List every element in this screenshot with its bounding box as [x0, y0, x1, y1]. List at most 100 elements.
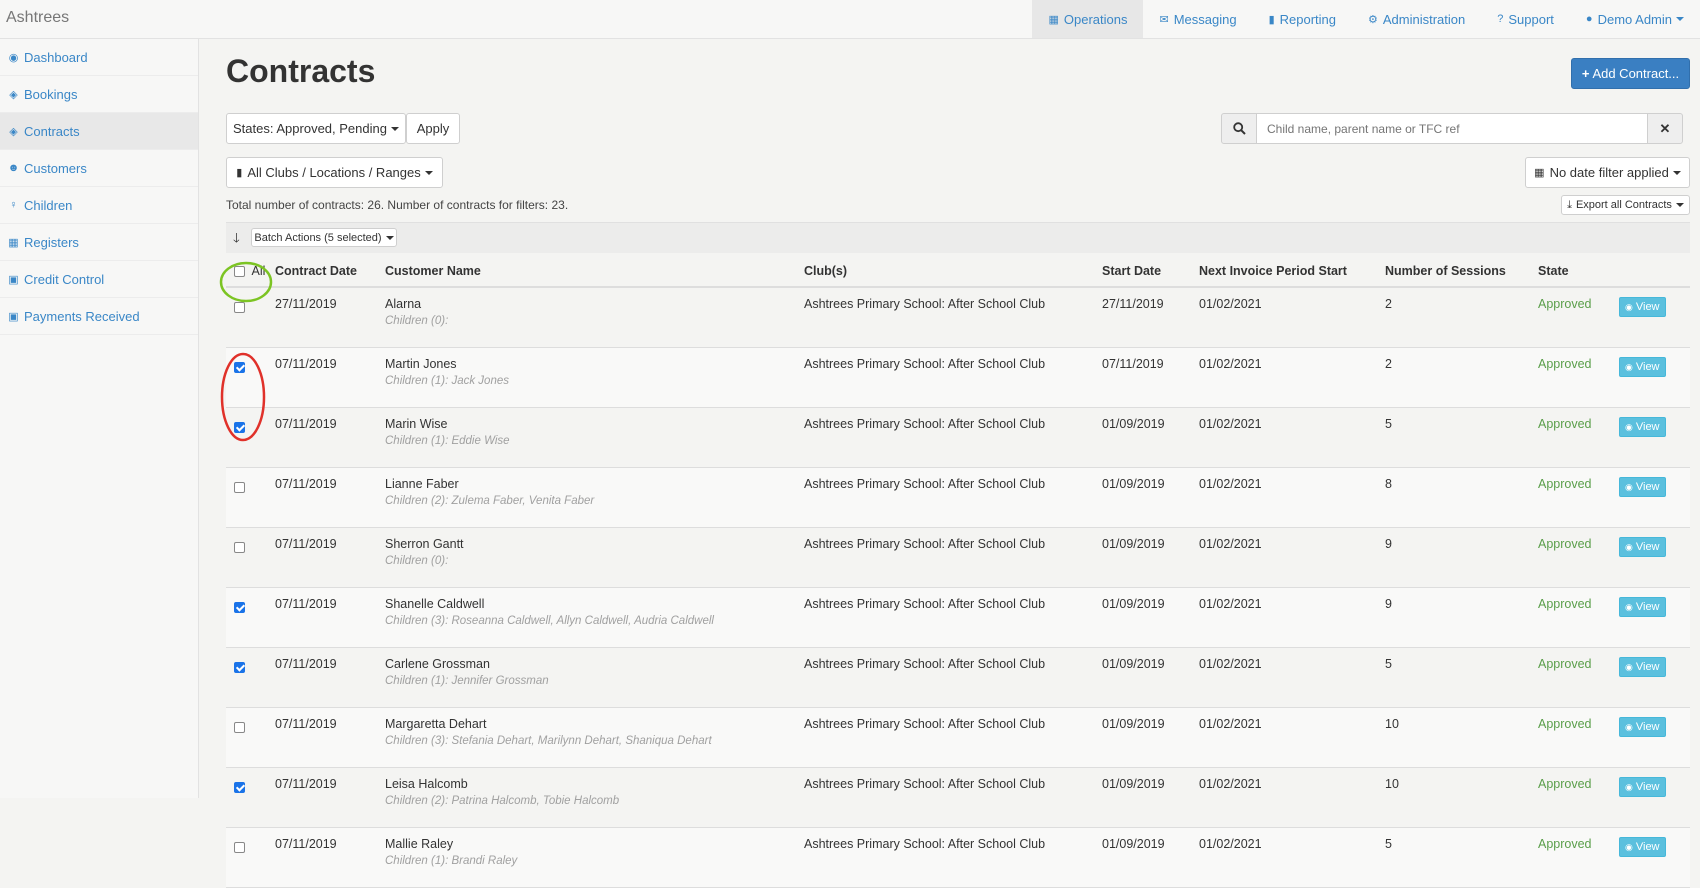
view-button[interactable]: ◉ View	[1619, 717, 1666, 737]
view-button[interactable]: ◉ View	[1619, 837, 1666, 857]
customer-name[interactable]: Mallie Raley	[385, 837, 453, 851]
customer-name[interactable]: Shanelle Caldwell	[385, 597, 484, 611]
view-button[interactable]: ◉ View	[1619, 417, 1666, 437]
row-checkbox[interactable]	[234, 302, 245, 313]
view-button[interactable]: ◉ View	[1619, 297, 1666, 317]
customer-name[interactable]: Margaretta Dehart	[385, 717, 486, 731]
eye-icon: ◉	[1625, 421, 1633, 432]
topnav-demo-admin[interactable]: ● Demo Admin	[1570, 0, 1700, 38]
states-filter-dropdown[interactable]: States: Approved, Pending	[226, 113, 406, 144]
date-filter-label: No date filter applied	[1549, 165, 1669, 180]
sidebar-item-dashboard[interactable]: ◉ Dashboard	[0, 39, 198, 76]
sidebar-item-payments-received[interactable]: ▣ Payments Received	[0, 298, 198, 335]
table-row: 27/11/2019 Alarna Children (0): Ashtrees Pr…	[226, 287, 1690, 348]
apply-button[interactable]: Apply	[406, 113, 460, 144]
contract-date-cell: 07/11/2019	[275, 527, 385, 588]
row-checkbox[interactable]	[234, 362, 245, 373]
sidebar-item-contracts[interactable]: ◈ Contracts	[0, 113, 198, 150]
header-start-date[interactable]: Start Date	[1102, 255, 1199, 288]
customer-name[interactable]: Martin Jones	[385, 357, 457, 371]
row-checkbox[interactable]	[234, 602, 245, 613]
table-row: 07/11/2019 Martin Jones Children (1): Jack…	[226, 347, 1690, 408]
customer-name[interactable]: Sherron Gantt	[385, 537, 464, 551]
topnav-administration[interactable]: ⚙ Administration	[1352, 0, 1481, 38]
topnav-support[interactable]: ? Support	[1481, 0, 1570, 38]
row-select-cell	[226, 587, 275, 648]
header-clubs[interactable]: Club(s)	[804, 255, 1102, 288]
sessions-cell: 2	[1385, 347, 1538, 408]
state-cell: Approved	[1538, 287, 1619, 348]
state-cell: Approved	[1538, 827, 1619, 888]
export-contracts-dropdown[interactable]: ⤓ Export all Contracts	[1561, 195, 1690, 215]
contract-date-cell: 07/11/2019	[275, 647, 385, 708]
brand-title[interactable]: Ashtrees	[6, 9, 69, 27]
sessions-cell: 9	[1385, 527, 1538, 588]
next-invoice-cell: 01/02/2021	[1199, 707, 1385, 768]
children-list: Children (2): Zulema Faber, Venita Faber	[385, 495, 595, 507]
row-checkbox[interactable]	[234, 722, 245, 733]
customer-name[interactable]: Alarna	[385, 297, 421, 311]
view-label: View	[1635, 481, 1660, 493]
actions-cell: ◉ View	[1619, 347, 1690, 408]
header-customer-name[interactable]: Customer Name	[385, 255, 804, 288]
next-invoice-cell: 01/02/2021	[1199, 407, 1385, 468]
start-date-cell: 01/09/2019	[1102, 407, 1199, 468]
actions-cell: ◉ View	[1619, 827, 1690, 888]
view-label: View	[1635, 781, 1660, 793]
sidebar-item-children[interactable]: ♀ Children	[0, 187, 198, 224]
view-button[interactable]: ◉ View	[1619, 597, 1666, 617]
view-button[interactable]: ◉ View	[1619, 777, 1666, 797]
header-state[interactable]: State	[1538, 255, 1619, 288]
children-list: Children (1): Eddie Wise	[385, 435, 510, 447]
customer-name[interactable]: Lianne Faber	[385, 477, 459, 491]
sidebar-item-label: Payments Received	[24, 308, 140, 324]
row-checkbox[interactable]	[234, 482, 245, 493]
row-checkbox[interactable]	[234, 782, 245, 793]
add-contract-button[interactable]: + Add Contract...	[1571, 58, 1690, 89]
view-button[interactable]: ◉ View	[1619, 357, 1666, 377]
sessions-cell: 5	[1385, 647, 1538, 708]
row-select-cell	[226, 527, 275, 588]
date-filter-dropdown[interactable]: ▦ No date filter applied	[1525, 157, 1690, 188]
select-all-checkbox[interactable]	[234, 265, 245, 277]
table-row: 07/11/2019 Mallie Raley Children (1): Bran…	[226, 827, 1690, 888]
eye-icon: ◉	[1625, 601, 1633, 612]
topnav-reporting[interactable]: ▮ Reporting	[1253, 0, 1352, 38]
header-contract-date[interactable]: Contract Date	[275, 255, 385, 288]
club-cell: Ashtrees Primary School: After School Cl…	[804, 407, 1102, 468]
calendar-icon: ▦	[8, 236, 19, 249]
table-row: 07/11/2019 Carlene Grossman Children (1): …	[226, 647, 1690, 708]
row-checkbox[interactable]	[234, 842, 245, 853]
gear-icon: ⚙	[1368, 13, 1378, 26]
clubs-filter-dropdown[interactable]: ▮ All Clubs / Locations / Ranges	[226, 157, 443, 188]
topnav-operations[interactable]: ▦ Operations	[1032, 0, 1144, 38]
view-label: View	[1635, 841, 1660, 853]
header-next-invoice[interactable]: Next Invoice Period Start	[1199, 255, 1385, 288]
search-input[interactable]	[1257, 113, 1647, 144]
export-label: Export all Contracts	[1575, 199, 1672, 211]
view-button[interactable]: ◉ View	[1619, 477, 1666, 497]
row-checkbox[interactable]	[234, 422, 245, 433]
row-checkbox[interactable]	[234, 662, 245, 673]
customer-cell: Martin Jones Children (1): Jack Jones	[385, 347, 804, 408]
sidebar-item-credit-control[interactable]: ▣ Credit Control	[0, 261, 198, 298]
customer-name[interactable]: Marin Wise	[385, 417, 448, 431]
view-button[interactable]: ◉ View	[1619, 537, 1666, 557]
state-cell: Approved	[1538, 707, 1619, 768]
batch-actions-dropdown[interactable]: Batch Actions (5 selected)	[251, 228, 397, 247]
clear-search-icon[interactable]: ✕	[1647, 113, 1683, 144]
customer-name[interactable]: Carlene Grossman	[385, 657, 490, 671]
sidebar-item-bookings[interactable]: ◈ Bookings	[0, 76, 198, 113]
customer-name[interactable]: Leisa Halcomb	[385, 777, 468, 791]
eye-icon: ◉	[1625, 481, 1633, 492]
row-checkbox[interactable]	[234, 542, 245, 553]
topnav-messaging[interactable]: ✉ Messaging	[1143, 0, 1252, 38]
sidebar-item-customers[interactable]: ☻ Customers	[0, 150, 198, 187]
club-cell: Ashtrees Primary School: After School Cl…	[804, 467, 1102, 528]
contract-date-cell: 07/11/2019	[275, 347, 385, 408]
sidebar-item-registers[interactable]: ▦ Registers	[0, 224, 198, 261]
view-button[interactable]: ◉ View	[1619, 657, 1666, 677]
caret-down-icon	[1672, 170, 1681, 175]
header-sessions[interactable]: Number of Sessions	[1385, 255, 1538, 288]
children-list: Children (3): Roseanna Caldwell, Allyn C…	[385, 615, 714, 627]
